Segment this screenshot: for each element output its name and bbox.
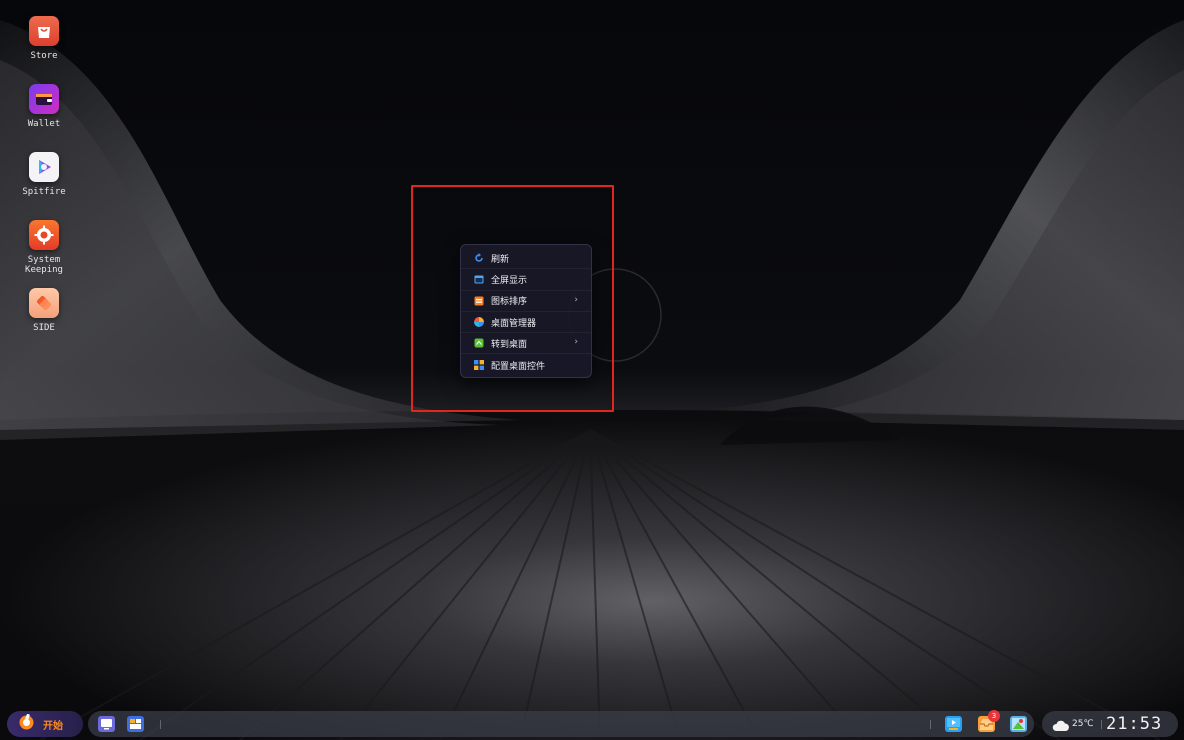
desktop-icon-spitfire[interactable]: Spitfire	[14, 152, 74, 197]
monitor-app-icon[interactable]	[98, 716, 115, 732]
taskbar-pinned-area	[88, 711, 1034, 737]
desktop-manager-icon	[474, 317, 484, 328]
sort-icon	[474, 296, 484, 306]
menu-item-label: 配置桌面控件	[491, 361, 546, 372]
switch-desktop-icon	[474, 338, 484, 348]
taskbar-divider	[930, 720, 931, 729]
desktop-icon-label: System Keeping	[25, 255, 63, 275]
menu-item-desktop-manager[interactable]: 桌面管理器	[461, 312, 591, 334]
weather-temperature: 25℃	[1072, 719, 1094, 729]
clock[interactable]: 21:53	[1106, 714, 1162, 734]
system-tray[interactable]: 25℃ 21:53	[1042, 711, 1178, 737]
gear-icon	[29, 220, 59, 250]
desktop-switcher-icon[interactable]	[127, 716, 144, 732]
start-label: 开始	[43, 720, 63, 732]
chevron-right-icon: ›	[574, 294, 578, 305]
desktop-icon-system-keeping[interactable]: System Keeping	[14, 220, 74, 275]
cloud-weather-icon	[1052, 717, 1070, 736]
menu-item-fullscreen[interactable]: 全屏显示	[461, 269, 591, 291]
desktop-icon-store[interactable]: Store	[14, 16, 74, 61]
desktop-icon-side[interactable]: SIDE	[14, 288, 74, 333]
desktop-icon-label: Wallet	[27, 119, 61, 129]
taskbar-divider	[160, 720, 161, 729]
refresh-icon	[474, 253, 484, 263]
desktop-context-menu: 刷新 全屏显示 图标排序 › 桌面管理器 转到桌面 › 配置桌面控件	[460, 244, 592, 378]
menu-item-label: 图标排序	[491, 297, 528, 308]
taskbar-divider	[1101, 720, 1102, 729]
fullscreen-icon	[474, 274, 484, 284]
menu-item-refresh[interactable]: 刷新	[461, 248, 591, 270]
taskbar: 开始 25℃ 21:53	[0, 708, 1184, 740]
menu-item-label: 全屏显示	[491, 275, 528, 286]
desktop-icon-wallet[interactable]: Wallet	[14, 84, 74, 129]
desktop-icon-label: Spitfire	[22, 187, 66, 197]
media-player-icon[interactable]	[945, 716, 962, 732]
start-button[interactable]: 开始	[7, 711, 83, 737]
desktop-icon-label: SIDE	[33, 323, 55, 333]
menu-item-switch-desktop[interactable]: 转到桌面 ›	[461, 333, 591, 355]
menu-item-label: 桌面管理器	[491, 318, 537, 329]
desktop-icon-label: Store	[30, 51, 58, 61]
notification-badge: 3	[988, 710, 1000, 722]
side-layers-icon	[29, 288, 59, 318]
spitfire-play-icon	[29, 152, 59, 182]
widgets-icon	[474, 360, 484, 371]
menu-item-icon-sort[interactable]: 图标排序 ›	[461, 291, 591, 312]
chevron-right-icon: ›	[574, 337, 578, 348]
map-app-icon[interactable]	[1010, 716, 1027, 732]
store-bag-icon	[29, 16, 59, 46]
menu-item-configure-widgets[interactable]: 配置桌面控件	[461, 354, 591, 375]
wallet-icon	[29, 84, 59, 114]
start-logo-icon	[18, 713, 35, 735]
menu-item-label: 转到桌面	[491, 339, 528, 350]
menu-item-label: 刷新	[491, 254, 510, 265]
